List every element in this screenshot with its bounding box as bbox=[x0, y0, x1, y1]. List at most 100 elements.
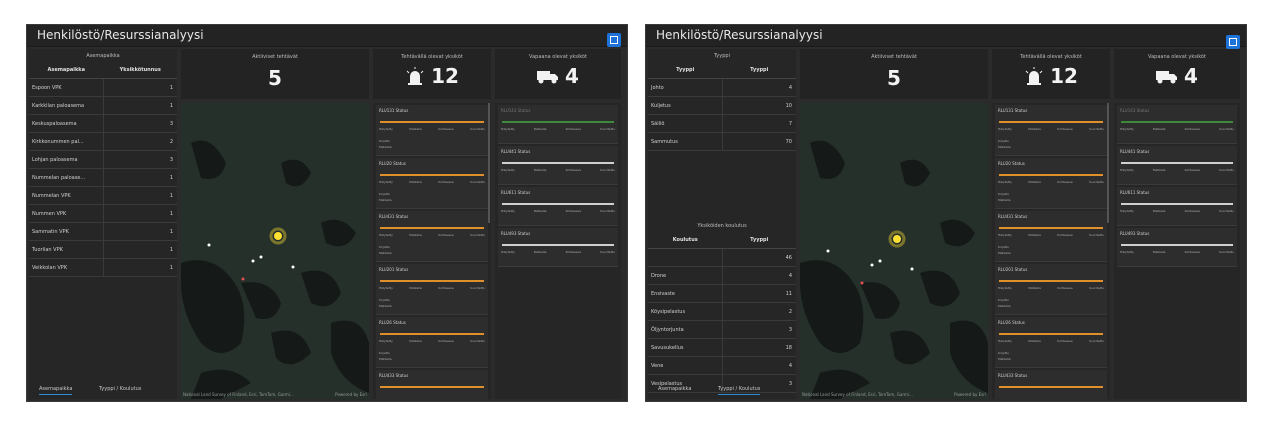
card-title: RLU441 Status bbox=[501, 149, 531, 154]
status-card[interactable]: RLU20 Status Hälytetty Matkalla Kohteessa S… bbox=[995, 158, 1107, 209]
scrollbar[interactable] bbox=[1107, 103, 1109, 223]
truck-icon bbox=[1156, 71, 1178, 84]
cell-name: Espoon VPK bbox=[29, 78, 104, 97]
scrollbar[interactable] bbox=[488, 103, 490, 223]
table-row[interactable]: Nummen VPK 1 bbox=[29, 204, 177, 223]
card-title: RLU201 Status bbox=[998, 267, 1028, 272]
status-card[interactable]: RLU433 Status bbox=[376, 370, 488, 399]
cell-name: Lohjan paloasema bbox=[29, 150, 104, 169]
kpi-title: Vapaana olevat yksiköt bbox=[529, 54, 587, 60]
table-row[interactable]: Tuorilan VPK 1 bbox=[29, 240, 177, 259]
status-card[interactable]: RLU441 Status Hälytetty Matkalla Kohteessa… bbox=[498, 146, 618, 185]
kpi-title: Tehtävällä olevat yksiköt bbox=[1020, 54, 1082, 60]
status-card[interactable]: RLU493 Status Hälytetty Matkalla Kohteessa… bbox=[1117, 228, 1237, 267]
status-card[interactable]: RLU611 Status Hälytetty Matkalla Kohteessa… bbox=[498, 187, 618, 226]
table-row[interactable]: Köysipelastus 2 bbox=[648, 302, 796, 321]
card-title: RLU431 Status bbox=[379, 214, 409, 219]
table-row[interactable]: Säiliö 7 bbox=[648, 114, 796, 133]
incident-marker[interactable] bbox=[274, 232, 282, 240]
table-row[interactable]: Öljyntorjunta 3 bbox=[648, 320, 796, 339]
card-title: RLU441 Status bbox=[1120, 149, 1150, 154]
status-card[interactable]: RLU611 Status Hälytetty Matkalla Kohteessa… bbox=[1117, 187, 1237, 226]
cell-name: Ensivaste bbox=[648, 284, 723, 303]
table-row[interactable]: Veikkolan VPK 1 bbox=[29, 258, 177, 277]
status-card[interactable]: RLU431 Status Hälytetty Matkalla Kohteessa… bbox=[376, 211, 488, 262]
cell-value: 3 bbox=[722, 320, 796, 339]
dashboard-title: Henkilöstö/Resurssianalyysi bbox=[656, 28, 823, 42]
status-card[interactable]: RLU26 Status Hälytetty Matkalla Kohteessa S… bbox=[995, 317, 1107, 368]
training-table: Koulutus Tyyppi 46 Drone 4 Ensivaste 11 Kö… bbox=[648, 232, 796, 393]
table-row[interactable]: Sammutus 70 bbox=[648, 132, 796, 151]
status-card[interactable]: RLU493 Status Hälytetty Matkalla Kohteessa… bbox=[498, 228, 618, 267]
status-card[interactable]: RLU201 Status Hälytetty Matkalla Kohteessa… bbox=[376, 264, 488, 315]
status-card[interactable]: RLU131 Status Hälytetty Matkalla Kohteessa… bbox=[376, 105, 488, 156]
table-row[interactable]: Sammatin VPK 1 bbox=[29, 222, 177, 241]
map-powered-by[interactable]: Powered by Esri bbox=[335, 392, 367, 397]
status-card[interactable]: RLU26 Status Hälytetty Matkalla Kohteessa S… bbox=[376, 317, 488, 368]
expand-button[interactable] bbox=[1226, 35, 1240, 49]
card-title: RLU611 Status bbox=[501, 190, 531, 195]
status-card[interactable]: RLU433 Status bbox=[995, 370, 1107, 399]
cell-name: Vene bbox=[648, 356, 723, 375]
siren-icon bbox=[406, 67, 424, 85]
card-title: RLU493 Status bbox=[1120, 231, 1150, 236]
tab-tyyppi-koulutus[interactable]: Tyyppi / Koulutus bbox=[99, 386, 141, 392]
status-card[interactable]: RLU431 Status Hälytetty Matkalla Kohteessa… bbox=[995, 211, 1107, 262]
incident-marker[interactable] bbox=[893, 235, 901, 243]
cell-name: Drone bbox=[648, 266, 723, 285]
column-header[interactable]: Tyyppi bbox=[722, 62, 796, 79]
cell-value: 2 bbox=[103, 132, 177, 151]
status-card[interactable]: RLU131 Status Hälytetty Matkalla Kohteessa… bbox=[995, 105, 1107, 156]
table-row[interactable]: Karkkilan paloasema 1 bbox=[29, 96, 177, 115]
table-row[interactable]: Johto 4 bbox=[648, 78, 796, 97]
table-row[interactable]: 46 bbox=[648, 248, 796, 267]
column-header[interactable]: Asemapaikka bbox=[29, 62, 104, 79]
status-card[interactable]: RLU143 Status Hälytetty Matkalla Kohteessa… bbox=[1117, 105, 1237, 144]
map-view[interactable]: National Land Survey of Finland, Esri, T… bbox=[800, 103, 988, 399]
cell-name: Sammatin VPK bbox=[29, 222, 104, 241]
table-row[interactable]: Ensivaste 11 bbox=[648, 284, 796, 303]
card-title: RLU131 Status bbox=[998, 108, 1028, 113]
table-row[interactable]: Espoon VPK 1 bbox=[29, 78, 177, 97]
tab-asemapaikka[interactable]: Asemapaikka bbox=[658, 386, 691, 392]
column-header[interactable]: Yksikkötunnus bbox=[103, 62, 177, 79]
table-row[interactable]: Kirkkonummen pal... 2 bbox=[29, 132, 177, 151]
table-row[interactable]: Keskuspaloasema 3 bbox=[29, 114, 177, 133]
cell-name: Kuljetus bbox=[648, 96, 723, 115]
table-row[interactable]: Savusukellus 18 bbox=[648, 338, 796, 357]
expand-button[interactable] bbox=[607, 33, 621, 47]
status-card[interactable]: RLU20 Status Hälytetty Matkalla Kohteessa S… bbox=[376, 158, 488, 209]
table-row[interactable]: Nummelan VPK 1 bbox=[29, 186, 177, 205]
panel-title: Yksiköiden koulutus bbox=[697, 223, 747, 229]
status-card[interactable]: RLU441 Status Hälytetty Matkalla Kohteessa… bbox=[1117, 146, 1237, 185]
table-row[interactable]: Lohjan paloasema 3 bbox=[29, 150, 177, 169]
column-header[interactable]: Tyyppi bbox=[648, 62, 723, 79]
cell-value: 1 bbox=[103, 240, 177, 259]
cell-name: Nummelan paloase... bbox=[29, 168, 104, 187]
card-title: RLU131 Status bbox=[379, 108, 409, 113]
cell-name: Säiliö bbox=[648, 114, 723, 133]
tab-tyyppi-koulutus[interactable]: Tyyppi / Koulutus bbox=[718, 386, 761, 395]
cell-value: 1 bbox=[103, 78, 177, 97]
cell-value: 2 bbox=[722, 302, 796, 321]
table-row[interactable]: Drone 4 bbox=[648, 266, 796, 285]
kpi-title: Aktiiviset tehtävät bbox=[252, 54, 298, 60]
kpi-active-tasks: Aktiiviset tehtävät 5 bbox=[181, 49, 369, 99]
status-card[interactable]: RLU143 Status Hälytetty Matkalla Kohteessa… bbox=[498, 105, 618, 144]
asemapaikka-panel: Asemapaikka Asemapaikka Yksikkötunnus Es… bbox=[29, 49, 177, 399]
table-row[interactable]: Nummelan paloase... 1 bbox=[29, 168, 177, 187]
map-powered-by[interactable]: Powered by Esri bbox=[954, 392, 986, 397]
tab-asemapaikka[interactable]: Asemapaikka bbox=[39, 386, 73, 395]
cell-name: Savusukellus bbox=[648, 338, 723, 357]
table-row[interactable]: Kuljetus 10 bbox=[648, 96, 796, 115]
status-card[interactable]: RLU201 Status Hälytetty Matkalla Kohteessa… bbox=[995, 264, 1107, 315]
map-view[interactable]: National Land Survey of Finland, Esri, T… bbox=[181, 103, 369, 399]
map-basemap bbox=[181, 140, 369, 399]
dashboard-screenshot-asemapaikka: Henkilöstö/Resurssianalyysi Asemapaikka … bbox=[26, 24, 628, 402]
column-header[interactable]: Tyyppi bbox=[722, 232, 796, 249]
cell-value: 46 bbox=[722, 248, 796, 267]
siren-icon bbox=[1025, 67, 1043, 85]
table-row[interactable]: Vene 4 bbox=[648, 356, 796, 375]
cell-name: Öljyntorjunta bbox=[648, 320, 723, 339]
column-header[interactable]: Koulutus bbox=[648, 232, 723, 249]
